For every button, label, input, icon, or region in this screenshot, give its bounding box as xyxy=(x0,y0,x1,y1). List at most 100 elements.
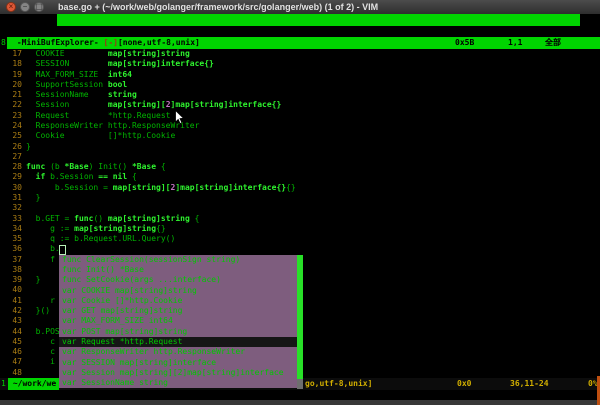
popup-item-selected[interactable]: var Request *http.Request xyxy=(59,337,297,347)
line-number: 29 xyxy=(0,172,22,182)
code-line[interactable]: 21 SessionName string xyxy=(0,90,600,100)
vim-tabline[interactable]: 2+ base.go xyxy=(0,14,600,26)
code-line-text: g := map[string]string{} xyxy=(26,224,166,234)
code-line-text: ResponseWriter http.ResponseWriter xyxy=(26,121,199,131)
code-line-text: } xyxy=(26,275,40,285)
code-line-text: COOKIE map[string]string xyxy=(26,49,190,59)
popup-item[interactable]: var SessionName string xyxy=(59,378,297,388)
minimize-icon[interactable]: − xyxy=(20,2,30,12)
minibuf-scroll-indicator: 全部 xyxy=(545,37,561,49)
line-number: 35 xyxy=(0,234,22,244)
code-line[interactable]: 33 b.GET = func() map[string]string { xyxy=(0,214,600,224)
line-number: 42 xyxy=(0,306,22,316)
statusline-hex-value: 0x0 xyxy=(457,378,471,390)
line-number: 46 xyxy=(0,347,22,357)
line-number: 17 xyxy=(0,49,22,59)
maximize-icon[interactable]: ▢ xyxy=(34,2,44,12)
statusline-file-path: ~/work/we xyxy=(8,378,59,390)
code-line[interactable]: 30 b.Session = map[string][2]map[string]… xyxy=(0,183,600,193)
line-number: 28 xyxy=(0,162,22,172)
line-number: 40 xyxy=(0,285,22,295)
minibuf-statusline: 8 -MiniBufExplorer- [-][none,utf-8,unix]… xyxy=(0,37,600,49)
code-line[interactable]: 19 MAX_FORM_SIZE int64 xyxy=(0,70,600,80)
line-number: 25 xyxy=(0,131,22,141)
line-number: 18 xyxy=(0,59,22,69)
vim-screen: × − ▢ base.go + (~/work/web/golanger/fra… xyxy=(0,0,600,405)
close-icon[interactable]: × xyxy=(6,2,16,12)
command-line: -- 全能补全 (^O^N^P) 匹配 9 / 14 xyxy=(2,390,598,400)
minibuf-hex-value: 0x5B xyxy=(455,37,474,49)
popup-items: func ClearSession(sessionSign string)fun… xyxy=(59,255,303,389)
line-number: 32 xyxy=(0,203,22,213)
line-number: 41 xyxy=(0,296,22,306)
window-bottom-edge xyxy=(0,400,600,405)
code-line[interactable]: 23 Request *http.Request xyxy=(0,111,600,121)
popup-item[interactable]: func ClearSession(sessionSign string) xyxy=(59,255,297,265)
line-number: 30 xyxy=(0,183,22,193)
code-line-text: SESSION map[string]interface{} xyxy=(26,59,214,69)
code-line-text: SessionName string xyxy=(26,90,137,100)
completion-popup[interactable]: func ClearSession(sessionSign string)fun… xyxy=(59,255,303,389)
code-line-text: Session map[string][2]map[string]interfa… xyxy=(26,100,281,110)
code-line-text: c xyxy=(26,337,55,347)
popup-item[interactable]: func Init() *Base xyxy=(59,265,297,275)
code-line-text: c xyxy=(26,347,55,357)
mouse-pointer-icon xyxy=(175,110,185,125)
popup-item[interactable]: var Session map[string][2]map[string]int… xyxy=(59,368,297,378)
code-line-text: r xyxy=(26,296,55,306)
line-number: 24 xyxy=(0,121,22,131)
code-line-text: SupportSession bool xyxy=(26,80,127,90)
popup-item[interactable]: var POST map[string]string xyxy=(59,327,297,337)
minibuf-name: -MiniBufExplorer- xyxy=(12,38,104,47)
code-line[interactable]: 36 b. xyxy=(0,244,600,254)
line-number: 48 xyxy=(0,368,22,378)
text-cursor xyxy=(59,245,66,255)
window-titlebar: × − ▢ base.go + (~/work/web/golanger/fra… xyxy=(0,0,600,15)
line-number: 37 xyxy=(0,255,22,265)
code-line[interactable]: 24 ResponseWriter http.ResponseWriter xyxy=(0,121,600,131)
popup-scrollbar-thumb[interactable] xyxy=(297,255,303,379)
code-line[interactable]: 35 q := b.Request.URL.Query() xyxy=(0,234,600,244)
code-line[interactable]: 22 Session map[string][2]map[string]inte… xyxy=(0,100,600,110)
popup-item[interactable]: var SESSION map[string]interface xyxy=(59,358,297,368)
popup-item[interactable]: var Cookie []*http.Cookie xyxy=(59,296,297,306)
popup-item[interactable]: var ResponseWriter http.ResponseWriter xyxy=(59,347,297,357)
popup-item[interactable]: var GET map[string]string xyxy=(59,306,297,316)
tabline-fill xyxy=(57,14,580,26)
code-line-text: } xyxy=(26,142,31,152)
statusline-cursor-position: 36,11-24 xyxy=(510,378,549,390)
minibufexplorer-line: [1:base.go]*[2:page.go] xyxy=(0,26,600,37)
minibuf-cursor-position: 1,1 xyxy=(508,37,522,49)
code-line[interactable]: 32 xyxy=(0,203,600,213)
line-number: 22 xyxy=(0,100,22,110)
line-number: 20 xyxy=(0,80,22,90)
line-number: 36 xyxy=(0,244,22,254)
popup-scrollbar[interactable] xyxy=(297,255,303,389)
code-line-text: b.Session = map[string][2]map[string]int… xyxy=(26,183,296,193)
code-line[interactable]: 26} xyxy=(0,142,600,152)
code-line[interactable]: 27 xyxy=(0,152,600,162)
code-line[interactable]: 18 SESSION map[string]interface{} xyxy=(0,59,600,69)
statusline-buffer-number: 1 xyxy=(1,378,6,390)
code-line[interactable]: 28func (b *Base) Init() *Base { xyxy=(0,162,600,172)
window-title: base.go + (~/work/web/golanger/framework… xyxy=(58,2,378,12)
code-line-text: b.GET = func() map[string]string { xyxy=(26,214,199,224)
line-number: 38 xyxy=(0,265,22,275)
code-line[interactable]: 20 SupportSession bool xyxy=(0,80,600,90)
popup-item[interactable]: func SetCookie(args ...interface) xyxy=(59,275,297,285)
code-line[interactable]: 17 COOKIE map[string]string xyxy=(0,49,600,59)
statusline-file-info: go,utf-8,unix] xyxy=(305,378,372,390)
code-line[interactable]: 34 g := map[string]string{} xyxy=(0,224,600,234)
code-line[interactable]: 31 } xyxy=(0,193,600,203)
code-line[interactable]: 29 if b.Session == nil { xyxy=(0,172,600,182)
popup-item[interactable]: var MAX_FORM_SIZE int64 xyxy=(59,316,297,326)
code-line[interactable]: 25 Cookie []*http.Cookie xyxy=(0,131,600,141)
minibuf-buffer-number: 8 xyxy=(1,37,6,49)
line-number: 45 xyxy=(0,337,22,347)
line-number: 31 xyxy=(0,193,22,203)
code-line-text: }() xyxy=(26,306,50,316)
minibuf-file-info: [none,utf-8,unix] xyxy=(118,38,200,47)
popup-item[interactable]: var COOKIE map[string]string xyxy=(59,286,297,296)
minibuf-statusline-text: -MiniBufExplorer- [-][none,utf-8,unix] xyxy=(12,37,200,49)
code-line-text: if b.Session == nil { xyxy=(26,172,137,182)
